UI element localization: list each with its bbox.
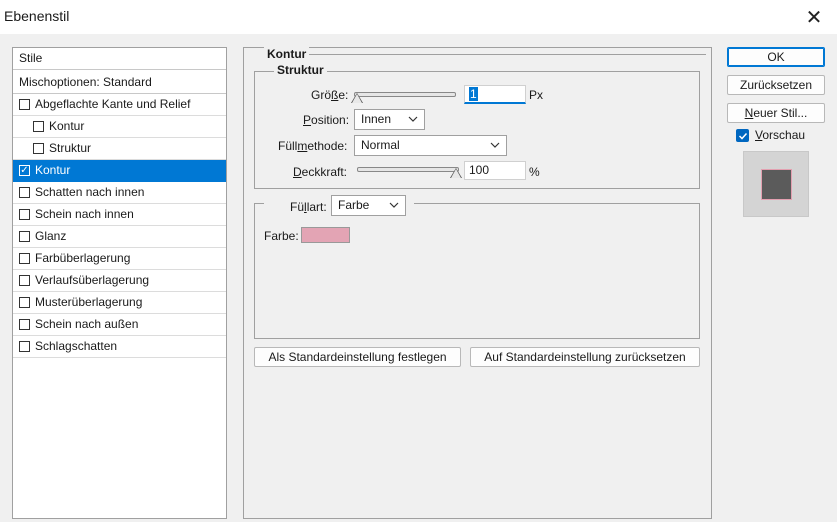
color-label: Farbe: [264,229,299,243]
style-item-label: Schlagschatten [35,339,118,353]
dialog-body: Stile Mischoptionen: Standard Abgeflacht… [0,34,837,522]
styles-header[interactable]: Stile [13,48,226,70]
styles-list: Stile Mischoptionen: Standard Abgeflacht… [12,47,227,519]
structure-title: Struktur [274,63,327,77]
opacity-label: Deckkraft: [293,165,348,179]
blend-options-item[interactable]: Mischoptionen: Standard [13,71,226,94]
style-item-label: Kontur [35,163,71,177]
style-item[interactable]: Glanz [13,226,226,248]
fill-type-dropdown[interactable]: Farbe [331,195,406,216]
size-slider[interactable] [354,92,456,97]
reset-button[interactable]: Zurücksetzen [727,75,825,95]
preview-thumbnail [743,151,809,217]
close-icon: ✕ [805,6,823,29]
blend-mode-label: Füllmethode: [278,139,348,153]
checkmark-icon [738,132,747,140]
reset-default-button[interactable]: Auf Standardeinstellung zurücksetzen [470,347,700,367]
style-item[interactable]: Abgeflachte Kante und Relief [13,94,226,116]
fill-group [254,203,700,339]
style-item-label: Glanz [35,229,67,243]
style-checkbox[interactable] [19,253,30,264]
preview-label[interactable]: Vorschau [755,128,805,142]
chevron-down-icon [490,142,500,148]
style-item[interactable]: Schein nach innen [13,204,226,226]
style-checkbox[interactable] [33,121,44,132]
style-items: Abgeflachte Kante und Relief Kontur Strukt… [13,94,226,358]
position-value: Innen [361,112,392,126]
style-item-label: Kontur [49,119,85,133]
style-checkbox[interactable] [19,99,30,110]
style-item-label: Farbüberlagerung [35,251,131,265]
size-value: 1 [469,87,478,101]
panel-title: Kontur [264,47,310,61]
size-label: Größe: [311,88,349,102]
style-item[interactable]: Kontur [13,116,226,138]
title-bar: Ebenenstil ✕ [0,0,837,34]
style-checkbox[interactable] [19,209,30,220]
style-checkbox[interactable] [19,275,30,286]
style-item-label: Abgeflachte Kante und Relief [35,97,191,111]
ok-button[interactable]: OK [727,47,825,67]
style-item[interactable]: Verlaufsüberlagerung [13,270,226,292]
style-item[interactable]: Musterüberlagerung [13,292,226,314]
style-item[interactable]: Schatten nach innen [13,182,226,204]
chevron-down-icon [389,202,399,208]
opacity-unit: % [529,165,540,179]
size-unit: Px [529,88,544,102]
style-item[interactable]: Schein nach außen [13,314,226,336]
opacity-slider-thumb[interactable] [451,169,461,178]
close-button[interactable]: ✕ [791,0,837,34]
style-item-label: Schein nach außen [35,317,139,331]
position-dropdown[interactable]: Innen [354,109,425,130]
position-label: Position: [303,113,350,127]
make-default-button[interactable]: Als Standardeinstellung festlegen [254,347,461,367]
style-checkbox[interactable]: ✓ [19,165,30,176]
style-item[interactable]: ✓ Kontur [13,160,226,182]
blend-mode-dropdown[interactable]: Normal [354,135,507,156]
size-slider-thumb[interactable] [352,94,362,103]
style-checkbox[interactable] [19,341,30,352]
style-item[interactable]: Struktur [13,138,226,160]
opacity-slider[interactable] [357,167,459,172]
blend-mode-value: Normal [361,138,400,152]
fill-type-label: Füllart: [290,200,327,214]
fill-type-value: Farbe [338,198,370,212]
preview-shape [761,169,792,200]
style-item-label: Struktur [49,141,92,155]
style-item[interactable]: Schlagschatten [13,336,226,358]
style-item[interactable]: Farbüberlagerung [13,248,226,270]
size-input[interactable]: 1 [464,85,526,104]
chevron-down-icon [408,116,418,122]
style-checkbox[interactable] [19,297,30,308]
style-checkbox[interactable] [19,187,30,198]
style-item-label: Schatten nach innen [35,185,145,199]
window-title: Ebenenstil [4,8,70,24]
preview-checkbox[interactable] [736,129,749,142]
stroke-panel: Kontur Struktur Größe: 1 Px Position: In… [243,47,712,519]
style-item-label: Musterüberlagerung [35,295,143,309]
style-checkbox[interactable] [19,319,30,330]
stroke-color-swatch[interactable] [301,227,350,243]
style-checkbox[interactable] [33,143,44,154]
style-checkbox[interactable] [19,231,30,242]
group-divider [309,54,706,55]
style-item-label: Schein nach innen [35,207,134,221]
style-item-label: Verlaufsüberlagerung [35,273,150,287]
opacity-input[interactable]: 100 [464,161,526,180]
new-style-button[interactable]: Neuer Stil... [727,103,825,123]
